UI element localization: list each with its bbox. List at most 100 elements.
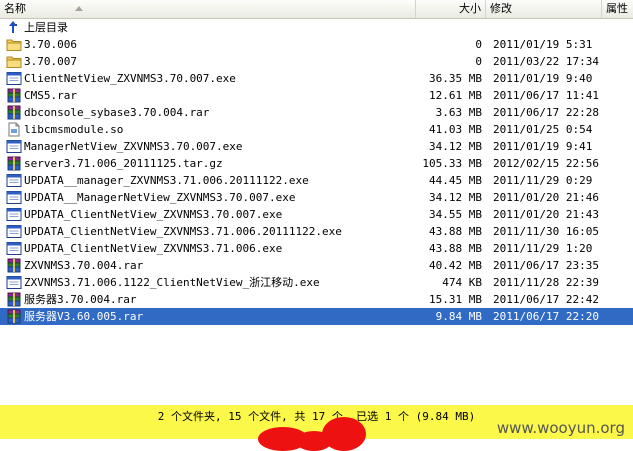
file-row[interactable]: UPDATA__ManagerNetView_ZXVNMS3.70.007.ex… (0, 189, 633, 206)
file-name: UPDATA__ManagerNetView_ZXVNMS3.70.007.ex… (24, 191, 296, 204)
rar-icon (6, 88, 22, 103)
file-name: UPDATA_ClientNetView_ZXVNMS3.71.006.2011… (24, 225, 342, 238)
file-size: 34.12 MB (429, 191, 482, 204)
exe-icon (6, 207, 22, 222)
file-size: 15.31 MB (429, 293, 482, 306)
file-row-selected[interactable]: 服务器V3.60.005.rar 9.84 MB 2011/06/17 22:20 (0, 308, 633, 325)
file-name: 3.70.006 (24, 38, 77, 51)
file-modified: 2011/11/28 22:39 (493, 276, 599, 289)
column-header-name[interactable]: 名称 (0, 0, 416, 18)
file-name: ZXVNMS3.70.004.rar (24, 259, 144, 272)
file-row[interactable]: dbconsole_sybase3.70.004.rar 3.63 MB 2011/… (0, 104, 633, 121)
file-row[interactable]: 上层目录 (0, 19, 633, 36)
file-modified: 2011/06/17 23:35 (493, 259, 599, 272)
file-name: server3.71.006_20111125.tar.gz (24, 157, 223, 170)
file-name: ClientNetView_ZXVNMS3.70.007.exe (24, 72, 236, 85)
sort-ascending-icon (75, 6, 83, 11)
file-size: 44.45 MB (429, 174, 482, 187)
watermark-text: www.wooyun.org (496, 419, 625, 437)
file-row[interactable]: server3.71.006_20111125.tar.gz 105.33 MB 2… (0, 155, 633, 172)
file-name: UPDATA_ClientNetView_ZXVNMS3.71.006.exe (24, 242, 283, 255)
file-modified: 2011/03/22 17:34 (493, 55, 599, 68)
rar-icon (6, 309, 22, 324)
exe-icon (6, 224, 22, 239)
file-size: 34.12 MB (429, 140, 482, 153)
file-name: ZXVNMS3.71.006.1122_ClientNetView_浙江移动.e… (24, 276, 320, 289)
column-header-size[interactable]: 大小 (416, 0, 486, 18)
file-size: 0 (475, 55, 482, 68)
column-header-name-label: 名称 (4, 2, 26, 15)
exe-icon (6, 241, 22, 256)
file-modified: 2011/01/19 9:41 (493, 140, 593, 153)
file-modified: 2011/11/29 1:20 (493, 242, 593, 255)
rar-icon (6, 258, 22, 273)
file-name: UPDATA__manager_ZXVNMS3.71.006.20111122.… (24, 174, 309, 187)
file-modified: 2011/06/17 22:42 (493, 293, 599, 306)
file-name: 上层目录 (24, 21, 68, 34)
file-row[interactable]: ZXVNMS3.70.004.rar 40.42 MB 2011/06/17 23:… (0, 257, 633, 274)
column-header-bar: 名称 大小 修改 属性 (0, 0, 633, 19)
exe-icon (6, 190, 22, 205)
file-row[interactable]: 3.70.007 0 2011/03/22 17:34 (0, 53, 633, 70)
file-row[interactable]: UPDATA_ClientNetView_ZXVNMS3.71.006.2011… (0, 223, 633, 240)
redaction-mark (296, 431, 332, 451)
file-size: 43.88 MB (429, 242, 482, 255)
file-name: 服务器3.70.004.rar (24, 293, 137, 306)
up-folder-icon (6, 20, 22, 35)
file-size: 40.42 MB (429, 259, 482, 272)
file-size: 43.88 MB (429, 225, 482, 238)
status-bar: 2 个文件夹, 15 个文件, 共 17 个. 已选 1 个 (9.84 MB)… (0, 405, 633, 451)
file-name: libcmsmodule.so (24, 123, 124, 136)
column-header-modified-label: 修改 (490, 2, 512, 15)
file-row[interactable]: 服务器3.70.004.rar 15.31 MB 2011/06/17 22:42 (0, 291, 633, 308)
file-icon (6, 122, 22, 137)
file-row[interactable]: UPDATA_ClientNetView_ZXVNMS3.70.007.exe 3… (0, 206, 633, 223)
file-name: UPDATA_ClientNetView_ZXVNMS3.70.007.exe (24, 208, 283, 221)
file-size: 12.61 MB (429, 89, 482, 102)
file-size: 34.55 MB (429, 208, 482, 221)
rar-icon (6, 292, 22, 307)
file-modified: 2011/06/17 11:41 (493, 89, 599, 102)
file-size: 0 (475, 38, 482, 51)
file-size: 41.03 MB (429, 123, 482, 136)
file-modified: 2011/01/20 21:43 (493, 208, 599, 221)
folder-icon (6, 54, 22, 69)
file-modified: 2011/11/30 16:05 (493, 225, 599, 238)
file-modified: 2011/01/20 21:46 (493, 191, 599, 204)
file-modified: 2012/02/15 22:56 (493, 157, 599, 170)
file-modified: 2011/06/17 22:20 (493, 310, 599, 323)
file-row[interactable]: CMS5.rar 12.61 MB 2011/06/17 11:41 (0, 87, 633, 104)
column-header-modified[interactable]: 修改 (486, 0, 602, 18)
file-row[interactable]: UPDATA__manager_ZXVNMS3.71.006.20111122.… (0, 172, 633, 189)
file-modified: 2011/01/25 0:54 (493, 123, 593, 136)
file-modified: 2011/01/19 5:31 (493, 38, 593, 51)
file-row[interactable]: ManagerNetView_ZXVNMS3.70.007.exe 34.12 M… (0, 138, 633, 155)
file-row[interactable]: 3.70.006 0 2011/01/19 5:31 (0, 36, 633, 53)
file-size: 105.33 MB (422, 157, 482, 170)
rar-icon (6, 156, 22, 171)
file-name: 服务器V3.60.005.rar (24, 310, 144, 323)
file-row[interactable]: ZXVNMS3.71.006.1122_ClientNetView_浙江移动.e… (0, 274, 633, 291)
exe-icon (6, 139, 22, 154)
column-header-attributes[interactable]: 属性 (602, 0, 633, 18)
file-size: 9.84 MB (435, 310, 482, 323)
file-row[interactable]: UPDATA_ClientNetView_ZXVNMS3.71.006.exe 4… (0, 240, 633, 257)
column-header-size-label: 大小 (459, 2, 481, 15)
folder-icon (6, 37, 22, 52)
rar-icon (6, 105, 22, 120)
file-modified: 2011/06/17 22:28 (493, 106, 599, 119)
file-name: dbconsole_sybase3.70.004.rar (24, 106, 210, 119)
file-size: 3.63 MB (435, 106, 482, 119)
file-modified: 2011/01/19 9:40 (493, 72, 593, 85)
exe-icon (6, 71, 22, 86)
file-list: 上层目录 3.70.006 0 2011/01/19 5:31 3.70.007 0 201… (0, 19, 633, 325)
file-row[interactable]: ClientNetView_ZXVNMS3.70.007.exe 36.35 MB… (0, 70, 633, 87)
column-header-attributes-label: 属性 (606, 2, 628, 15)
file-name: 3.70.007 (24, 55, 77, 68)
file-name: ManagerNetView_ZXVNMS3.70.007.exe (24, 140, 243, 153)
file-row[interactable]: libcmsmodule.so 41.03 MB 2011/01/25 0:54 (0, 121, 633, 138)
file-modified: 2011/11/29 0:29 (493, 174, 593, 187)
exe-icon (6, 275, 22, 290)
file-size: 474 KB (442, 276, 482, 289)
file-size: 36.35 MB (429, 72, 482, 85)
